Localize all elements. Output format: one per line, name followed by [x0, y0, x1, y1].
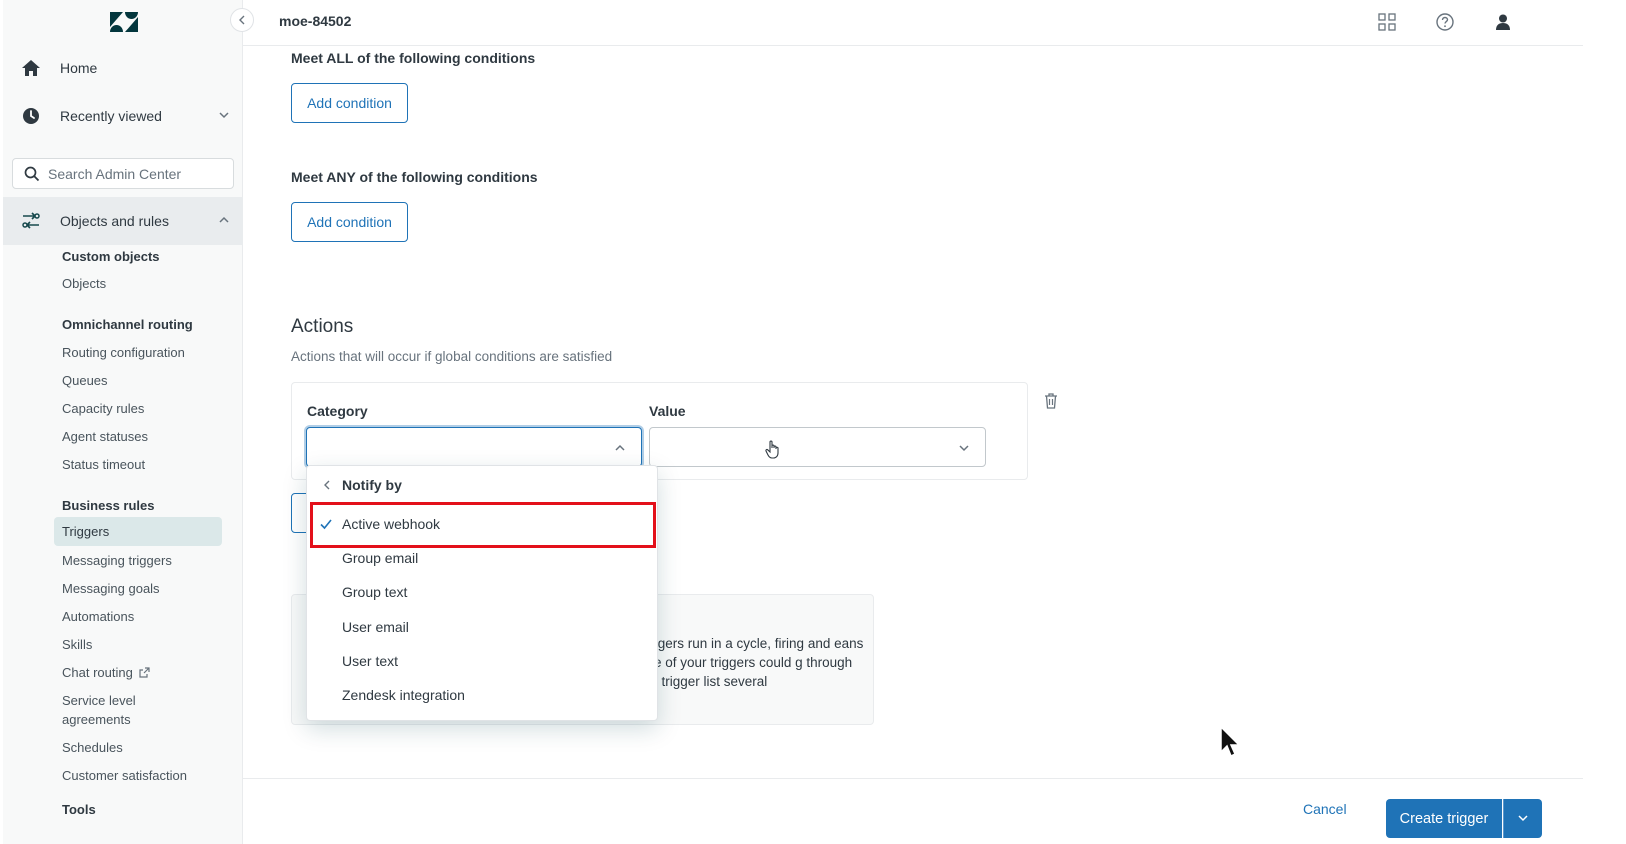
- sidebar-item-messaging-goals[interactable]: Messaging goals: [62, 581, 160, 596]
- account-name: moe-84502: [279, 13, 352, 29]
- trash-icon[interactable]: [1043, 392, 1059, 410]
- collapse-sidebar-button[interactable]: [230, 8, 254, 32]
- omnichannel-routing-heading: Omnichannel routing: [62, 317, 193, 332]
- dropdown-back-label: Notify by: [342, 477, 402, 493]
- objects-rules-icon: [22, 212, 40, 229]
- value-select[interactable]: [649, 427, 986, 467]
- clock-icon: [23, 108, 39, 124]
- chevron-down-icon[interactable]: [217, 108, 231, 122]
- arrow-cursor-icon: [1220, 726, 1241, 758]
- actions-description: Actions that will occur if global condit…: [291, 349, 613, 364]
- apps-grid-icon[interactable]: [1377, 12, 1397, 32]
- nav-home-label: Home: [60, 60, 98, 76]
- sidebar-item-routing-configuration[interactable]: Routing configuration: [62, 345, 185, 360]
- sidebar-item-skills[interactable]: Skills: [62, 637, 92, 652]
- create-trigger-button[interactable]: Create trigger: [1386, 799, 1502, 838]
- category-dropdown-menu: Notify by Active webhook Group email Gro…: [306, 465, 658, 721]
- chevron-up-icon: [615, 444, 625, 451]
- dropdown-option-label: Zendesk integration: [342, 687, 465, 703]
- sidebar: Home Recently viewed Search Admin Center…: [3, 0, 243, 844]
- chevron-left-icon: [239, 15, 245, 25]
- search-icon: [24, 166, 40, 182]
- dropdown-back-item[interactable]: Notify by: [307, 468, 659, 502]
- dropdown-option-label: Group text: [342, 584, 408, 600]
- dropdown-option-label: Group email: [342, 550, 419, 566]
- hand-cursor-icon: [765, 440, 779, 459]
- sidebar-item-agent-statuses[interactable]: Agent statuses: [62, 429, 148, 444]
- value-label: Value: [649, 403, 686, 419]
- category-select[interactable]: [306, 427, 642, 467]
- dropdown-option-user-text[interactable]: User text: [307, 644, 659, 678]
- sidebar-item-sla-line2[interactable]: agreements: [62, 712, 131, 727]
- dropdown-option-zendesk-integration[interactable]: Zendesk integration: [307, 678, 659, 712]
- nav-home[interactable]: Home: [3, 44, 243, 92]
- chevron-up-icon[interactable]: [217, 213, 231, 227]
- sidebar-item-queues[interactable]: Queues: [62, 373, 108, 388]
- add-all-condition-button[interactable]: Add condition: [291, 83, 408, 123]
- dropdown-option-label: User text: [342, 653, 399, 669]
- sidebar-item-messaging-triggers[interactable]: Messaging triggers: [62, 553, 172, 568]
- help-icon[interactable]: [1435, 12, 1455, 32]
- chat-routing-label: Chat routing: [62, 665, 133, 680]
- sidebar-item-chat-routing[interactable]: Chat routing: [62, 665, 151, 680]
- dropdown-option-group-text[interactable]: Group text: [307, 575, 659, 609]
- user-avatar-icon[interactable]: [1493, 12, 1513, 32]
- add-any-condition-button[interactable]: Add condition: [291, 202, 408, 242]
- chevron-left-icon: [324, 480, 330, 490]
- footer-bar: Cancel Create trigger: [243, 778, 1583, 844]
- cancel-button[interactable]: Cancel: [1303, 801, 1347, 817]
- dropdown-option-user-email[interactable]: User email: [307, 610, 659, 644]
- external-link-icon: [139, 667, 151, 678]
- sidebar-item-objects[interactable]: Objects: [62, 276, 106, 291]
- nav-objects-and-rules[interactable]: Objects and rules: [3, 197, 243, 245]
- zendesk-logo-icon[interactable]: [108, 10, 140, 34]
- dropdown-option-label: User email: [342, 619, 409, 635]
- sidebar-item-status-timeout[interactable]: Status timeout: [62, 457, 145, 472]
- sidebar-item-triggers[interactable]: Triggers: [54, 517, 222, 546]
- trigger-editor: Meet ALL of the following conditions Add…: [243, 46, 1583, 844]
- chevron-down-icon: [1518, 815, 1528, 822]
- nav-objects-and-rules-label: Objects and rules: [60, 213, 169, 229]
- sidebar-item-schedules[interactable]: Schedules: [62, 740, 123, 755]
- tools-heading: Tools: [62, 802, 96, 817]
- sidebar-item-automations[interactable]: Automations: [62, 609, 134, 624]
- trigger-info-text: triggers run in a cycle, firing and eans…: [639, 636, 864, 689]
- any-conditions-label: Meet ANY of the following conditions: [291, 169, 538, 185]
- search-placeholder: Search Admin Center: [48, 166, 182, 182]
- search-admin-input[interactable]: Search Admin Center: [12, 158, 234, 189]
- business-rules-heading: Business rules: [62, 498, 155, 513]
- highlight-annotation: [310, 502, 656, 548]
- sidebar-item-customer-satisfaction[interactable]: Customer satisfaction: [62, 768, 187, 783]
- nav-recently-viewed[interactable]: Recently viewed: [3, 92, 243, 140]
- sidebar-item-capacity-rules[interactable]: Capacity rules: [62, 401, 144, 416]
- sidebar-item-sla-line1[interactable]: Service level: [62, 693, 136, 708]
- custom-objects-heading: Custom objects: [62, 249, 160, 264]
- home-icon: [22, 60, 40, 76]
- create-options-button[interactable]: [1503, 799, 1542, 838]
- all-conditions-label: Meet ALL of the following conditions: [291, 50, 536, 66]
- actions-heading: Actions: [291, 316, 354, 337]
- chevron-down-icon: [959, 445, 969, 452]
- nav-recently-viewed-label: Recently viewed: [60, 108, 162, 124]
- topbar: moe-84502: [243, 0, 1583, 46]
- category-label: Category: [307, 403, 368, 419]
